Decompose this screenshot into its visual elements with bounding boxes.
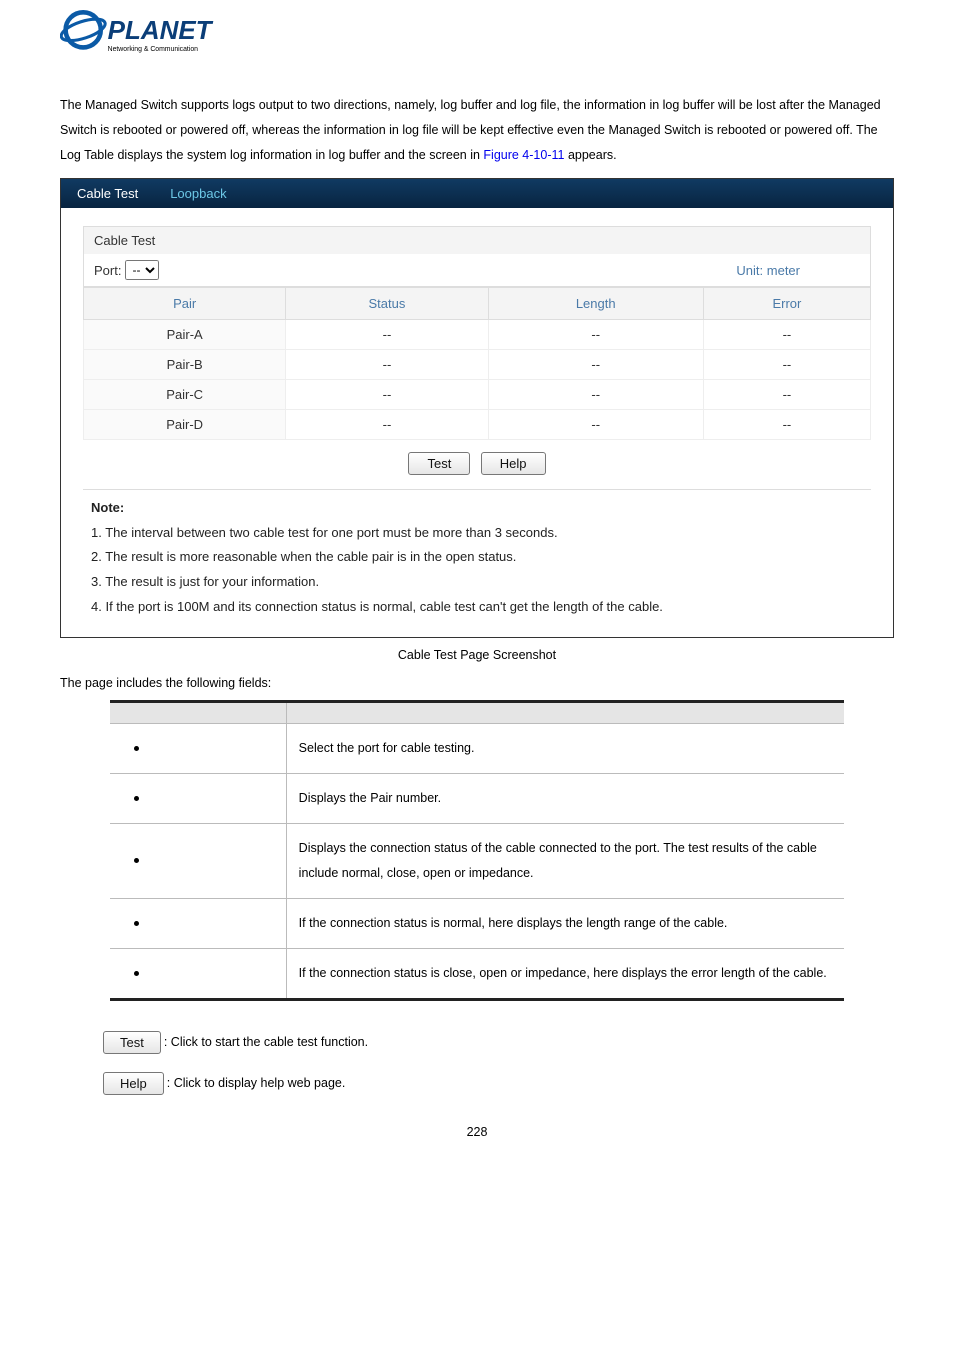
notes-block: Note: 1. The interval between two cable …: [83, 489, 871, 623]
figure-caption: Cable Test Page Screenshot: [60, 648, 894, 662]
test-button-text: : Click to start the cable test function…: [164, 1035, 368, 1049]
svg-text:Networking & Communication: Networking & Communication: [108, 46, 199, 53]
table-row: Pair-C -- -- --: [84, 380, 871, 410]
note-4: 4. If the port is 100M and its connectio…: [91, 595, 863, 620]
param-col-object: [110, 702, 286, 724]
note-3: 3. The result is just for your informati…: [91, 570, 863, 595]
bullet-icon: [134, 971, 139, 976]
bullet-icon: [134, 746, 139, 751]
page-number: 228: [60, 1125, 894, 1139]
help-button[interactable]: Help: [481, 452, 546, 475]
table-row: Displays the Pair number.: [110, 774, 844, 824]
tab-bar: Cable Test Loopback: [61, 179, 893, 208]
svg-text:PLANET: PLANET: [108, 15, 214, 45]
col-error: Error: [703, 288, 870, 320]
note-1: 1. The interval between two cable test f…: [91, 521, 863, 546]
help-button-text: : Click to display help web page.: [167, 1076, 346, 1090]
intro-text-b: appears.: [564, 148, 616, 162]
unit-label: Unit: meter: [736, 263, 800, 278]
table-row: Select the port for cable testing.: [110, 724, 844, 774]
cable-test-screenshot: Cable Test Loopback Cable Test Port: -- …: [60, 178, 894, 638]
table-row: Pair-A -- -- --: [84, 320, 871, 350]
brand-logo: PLANET Networking & Communication: [60, 10, 894, 65]
col-length: Length: [488, 288, 703, 320]
parameter-table: Select the port for cable testing. Displ…: [110, 700, 844, 1001]
test-button-description: Test: Click to start the cable test func…: [100, 1031, 894, 1054]
port-label: Port:: [94, 263, 121, 278]
note-2: 2. The result is more reasonable when th…: [91, 545, 863, 570]
section-title: Cable Test: [83, 226, 871, 254]
table-row: If the connection status is normal, here…: [110, 899, 844, 949]
test-button[interactable]: Test: [408, 452, 470, 475]
bullet-icon: [134, 796, 139, 801]
col-status: Status: [286, 288, 488, 320]
table-row: If the connection status is close, open …: [110, 949, 844, 1000]
test-button-inline[interactable]: Test: [103, 1031, 161, 1054]
note-heading: Note:: [91, 496, 863, 521]
cable-test-table: Pair Status Length Error Pair-A -- -- --…: [83, 287, 871, 440]
planet-logo-icon: PLANET Networking & Communication: [60, 10, 250, 65]
table-row: Pair-D -- -- --: [84, 410, 871, 440]
tab-loopback[interactable]: Loopback: [154, 179, 242, 208]
help-button-inline[interactable]: Help: [103, 1072, 164, 1095]
param-col-desc: [286, 702, 844, 724]
tab-cable-test[interactable]: Cable Test: [61, 179, 154, 208]
intro-text-a: The Managed Switch supports logs output …: [60, 98, 881, 162]
bullet-icon: [134, 921, 139, 926]
port-select[interactable]: --: [125, 260, 159, 280]
bullet-icon: [134, 858, 139, 863]
table-row: Displays the connection status of the ca…: [110, 824, 844, 899]
fields-intro: The page includes the following fields:: [60, 676, 894, 690]
help-button-description: Help: Click to display help web page.: [100, 1072, 894, 1095]
intro-paragraph: The Managed Switch supports logs output …: [60, 93, 894, 168]
table-row: Pair-B -- -- --: [84, 350, 871, 380]
col-pair: Pair: [84, 288, 286, 320]
figure-reference: Figure 4-10-11: [483, 148, 564, 162]
